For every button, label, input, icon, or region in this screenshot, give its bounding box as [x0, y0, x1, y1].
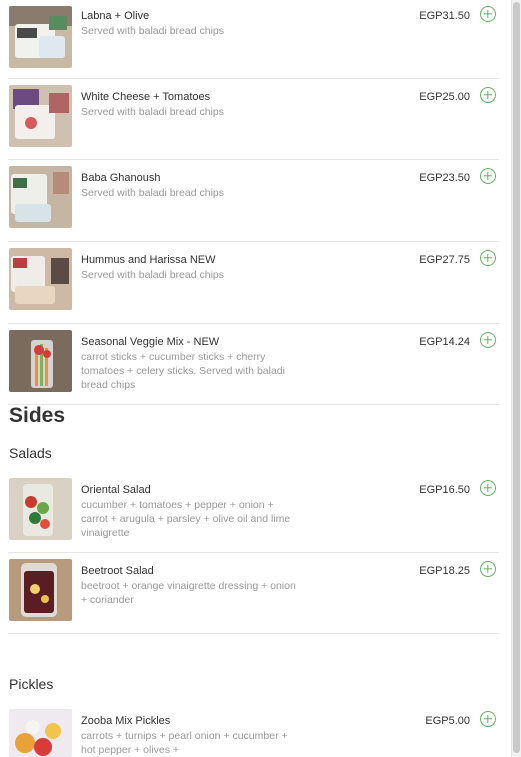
- item-price: EGP27.75: [419, 254, 470, 266]
- item-photo: [9, 709, 72, 757]
- item-price: EGP31.50: [419, 10, 470, 22]
- item-name: Zooba Mix Pickles: [81, 715, 171, 727]
- add-to-cart-button[interactable]: [480, 87, 496, 103]
- section-title-sides: Sides: [9, 404, 66, 427]
- add-to-cart-button[interactable]: [480, 561, 496, 577]
- item-photo: [9, 6, 72, 68]
- menu-item[interactable]: Seasonal Veggie Mix - NEW carrot sticks …: [8, 324, 499, 405]
- vertical-scrollbar[interactable]: [511, 0, 521, 757]
- item-price: EGP18.25: [419, 565, 470, 577]
- item-photo: [9, 85, 72, 147]
- item-description: carrots + turnips + pearl onion + cucumb…: [81, 730, 288, 756]
- add-to-cart-button[interactable]: [480, 480, 496, 496]
- item-name: Labna + Olive: [81, 10, 150, 22]
- item-description: Served with baladi bread chips: [81, 25, 225, 37]
- menu-item[interactable]: Oriental Salad cucumber + tomatoes + pep…: [8, 472, 499, 553]
- add-to-cart-button[interactable]: [480, 250, 496, 266]
- item-price: EGP14.24: [419, 336, 470, 348]
- item-photo: [9, 166, 72, 228]
- item-photo: [9, 330, 72, 392]
- item-description: Served with baladi bread chips: [81, 187, 225, 199]
- add-to-cart-button[interactable]: [480, 6, 496, 22]
- menu-item[interactable]: Hummus and Harissa NEW Served with balad…: [8, 242, 499, 324]
- add-to-cart-button[interactable]: [480, 711, 496, 727]
- item-description: Served with baladi bread chips: [81, 269, 225, 281]
- item-description: beetroot + orange vinaigrette dressing +…: [81, 580, 296, 606]
- menu-item[interactable]: Beetroot Salad beetroot + orange vinaigr…: [8, 553, 499, 634]
- item-photo: [9, 248, 72, 310]
- item-price: EGP23.50: [419, 172, 470, 184]
- item-description: cucumber + tomatoes + pepper + onion + c…: [81, 499, 291, 539]
- item-description: carrot sticks + cucumber sticks + cherry…: [81, 351, 285, 391]
- menu-item[interactable]: Baba Ghanoush Served with baladi bread c…: [8, 160, 499, 242]
- item-description: Served with baladi bread chips: [81, 106, 225, 118]
- item-name: Beetroot Salad: [81, 565, 154, 577]
- add-to-cart-button[interactable]: [480, 332, 496, 348]
- subsection-title-pickles: Pickles: [9, 676, 54, 692]
- subsection-title-salads: Salads: [9, 445, 52, 461]
- item-price: EGP5.00: [425, 715, 470, 727]
- add-to-cart-button[interactable]: [480, 168, 496, 184]
- menu-item[interactable]: Zooba Mix Pickles carrots + turnips + pe…: [8, 703, 499, 757]
- item-name: Hummus and Harissa NEW: [81, 254, 216, 266]
- item-photo: [9, 478, 72, 540]
- menu-item[interactable]: Labna + Olive Served with baladi bread c…: [8, 0, 499, 79]
- item-photo: [9, 559, 72, 621]
- item-name: Seasonal Veggie Mix - NEW: [81, 336, 220, 348]
- scrollbar-thumb[interactable]: [513, 2, 520, 753]
- item-name: White Cheese + Tomatoes: [81, 91, 211, 103]
- item-price: EGP16.50: [419, 484, 470, 496]
- item-name: Oriental Salad: [81, 484, 151, 496]
- item-name: Baba Ghanoush: [81, 172, 161, 184]
- menu-item[interactable]: White Cheese + Tomatoes Served with bala…: [8, 79, 499, 160]
- item-price: EGP25.00: [419, 91, 470, 103]
